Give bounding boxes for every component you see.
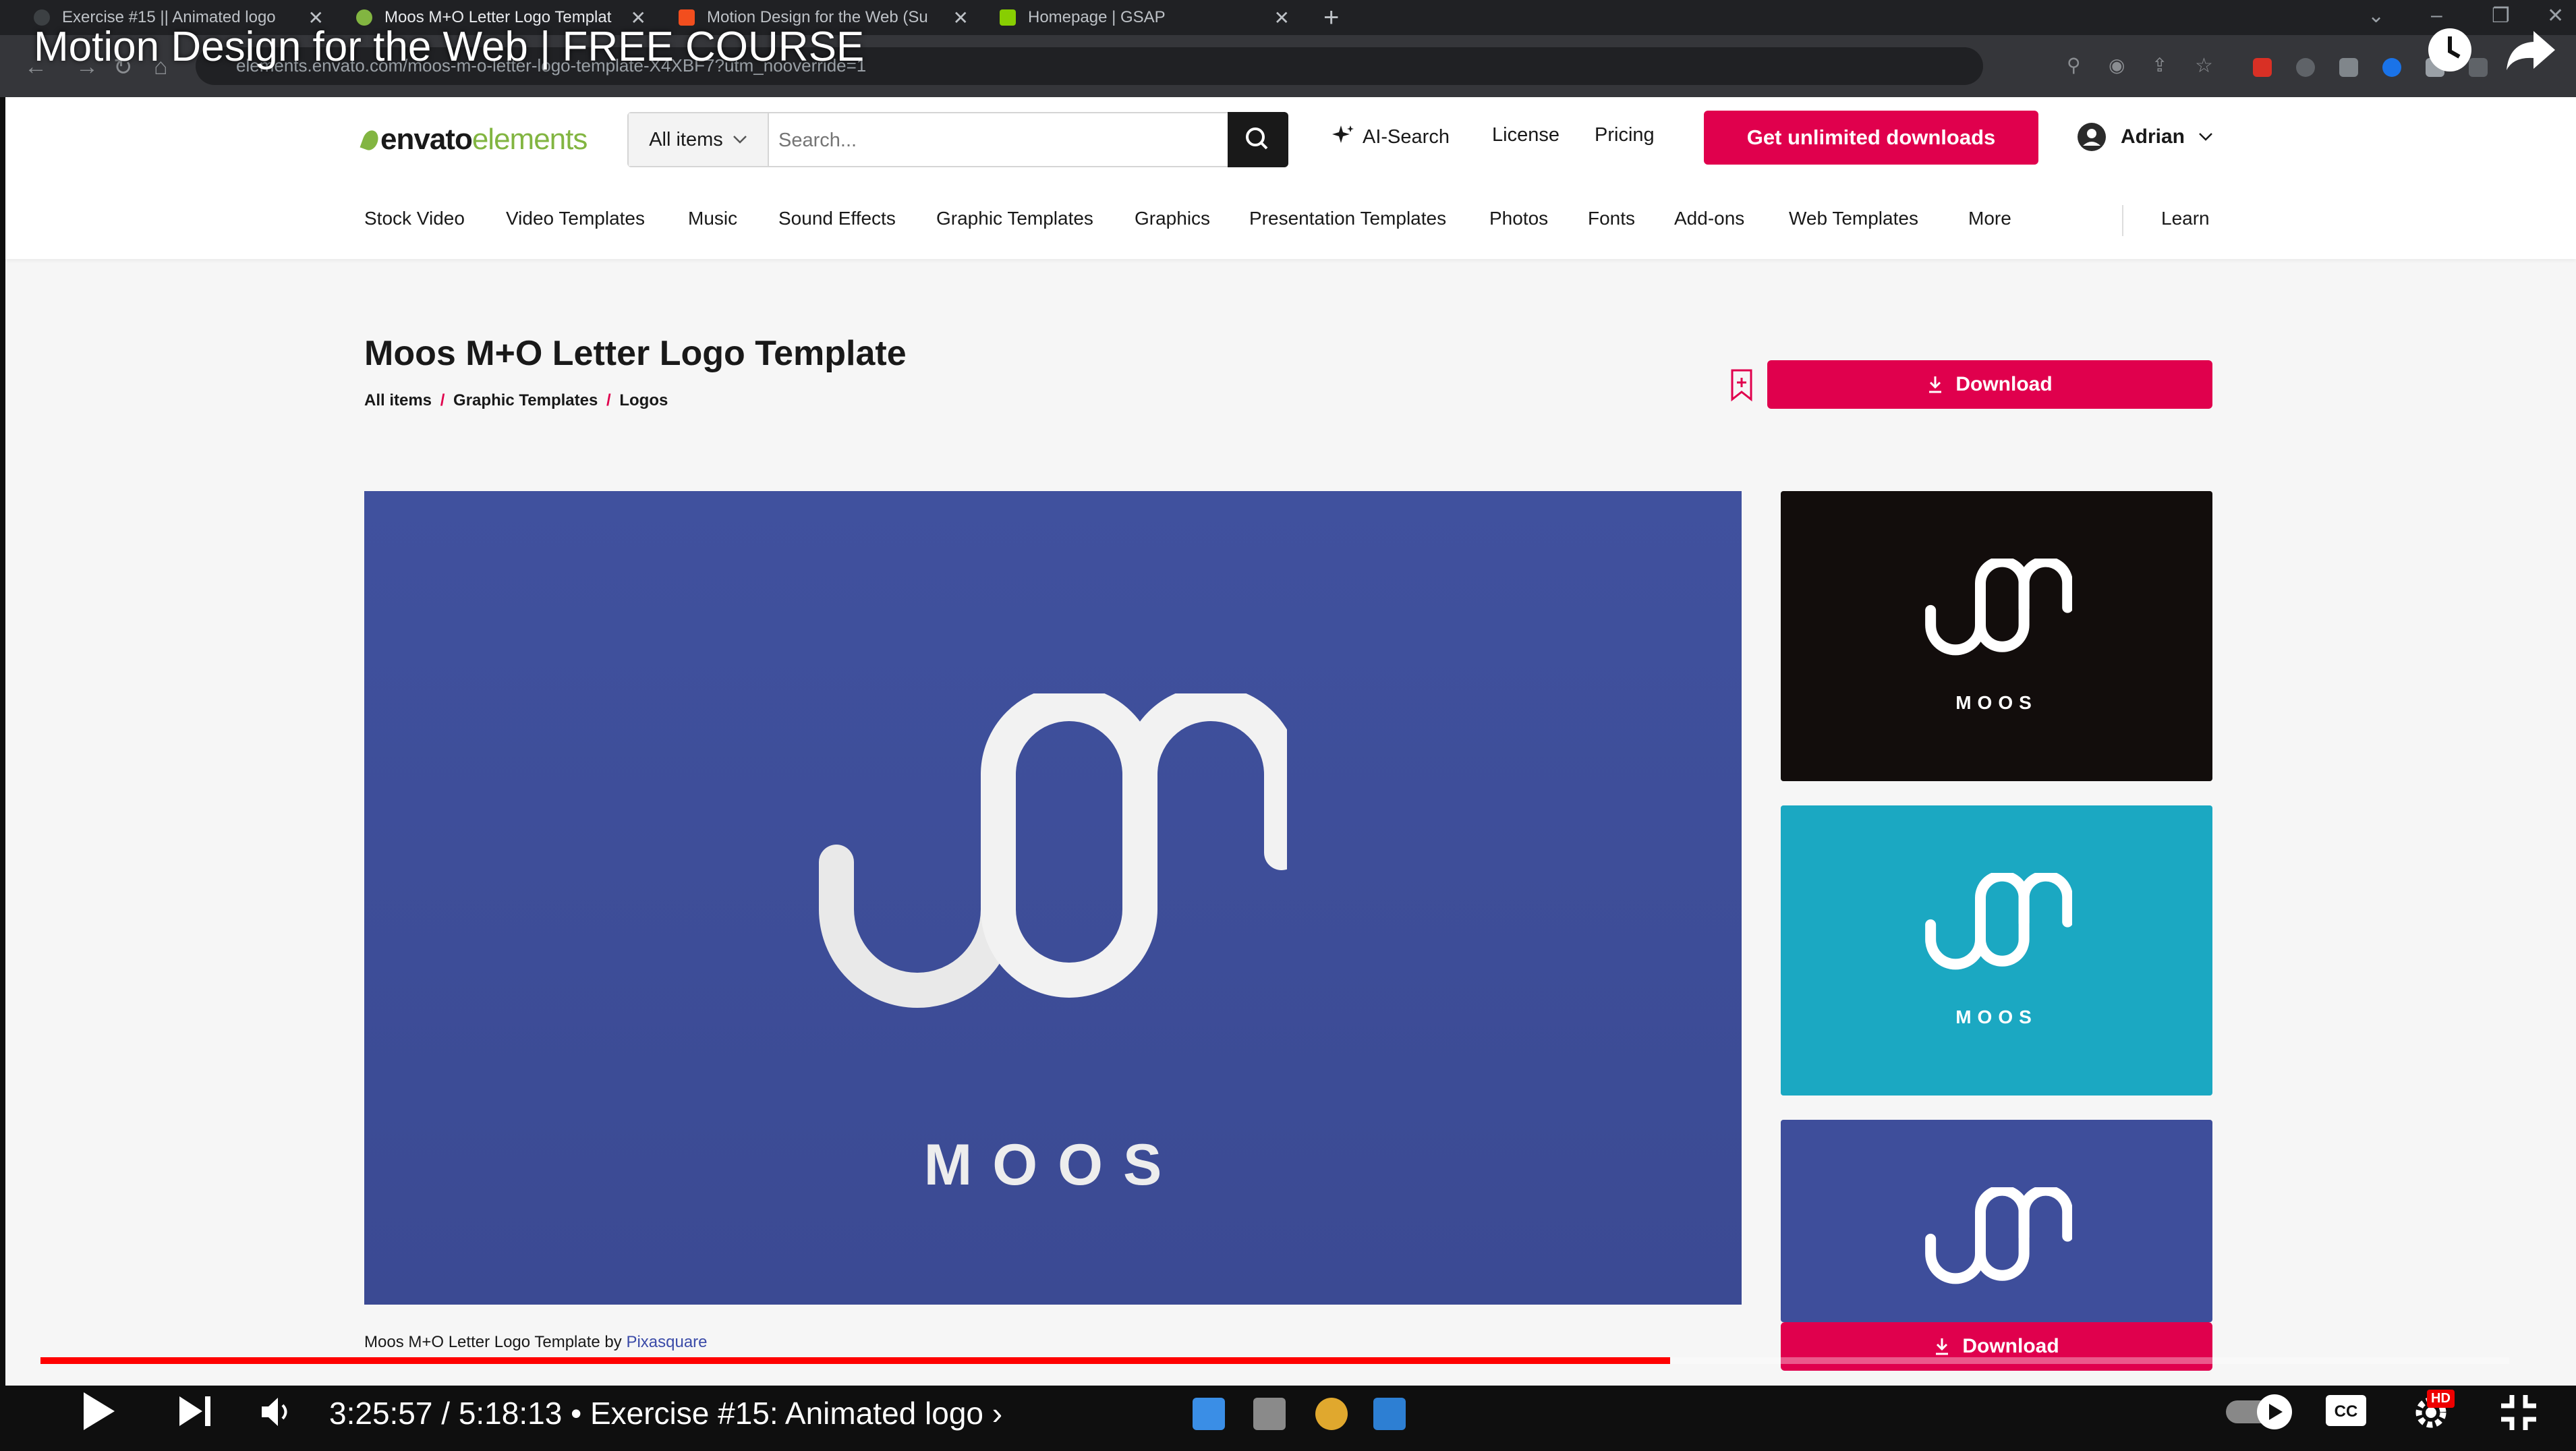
search-group: All items (627, 112, 1288, 167)
moos-logo-mark (819, 693, 1287, 1008)
pricing-link[interactable]: Pricing (1595, 124, 1655, 146)
chapter-title[interactable]: • Exercise #15: Animated logo › (571, 1396, 1002, 1431)
cat-graphic-templates[interactable]: Graphic Templates (936, 208, 1093, 229)
restore-icon[interactable]: ❐ (2492, 4, 2510, 28)
main-preview-image[interactable]: MOOS (364, 491, 1742, 1305)
crumb-all-items[interactable]: All items (364, 391, 432, 409)
cat-music[interactable]: Music (688, 208, 737, 229)
vscode-icon[interactable] (1373, 1398, 1406, 1430)
extension-icon[interactable] (2296, 58, 2315, 77)
moos-logo-mark (1925, 873, 2072, 970)
autoplay-toggle[interactable] (2223, 1391, 2293, 1431)
gsap-icon (1000, 9, 1016, 26)
close-icon[interactable]: ✕ (1274, 7, 1290, 29)
crumb-graphic-templates[interactable]: Graphic Templates (453, 391, 598, 409)
video-progress-bar[interactable] (40, 1357, 2509, 1364)
thumb-wordmark: MOOS (1955, 692, 2038, 713)
share-page-icon[interactable]: ⇪ (2152, 54, 2167, 76)
search-button[interactable] (1228, 112, 1288, 167)
camera-icon[interactable] (2339, 58, 2358, 77)
site-header: envatoelements All items AI-Search Licen… (5, 97, 2576, 259)
tab-gsap[interactable]: Homepage | GSAP ✕ (1000, 0, 1290, 35)
learn-link[interactable]: Learn (2161, 208, 2210, 229)
chevron-down-icon (2199, 133, 2212, 141)
file-manager-icon[interactable] (1253, 1398, 1286, 1430)
chevron-down-icon[interactable]: ⌄ (2368, 4, 2384, 28)
cat-more[interactable]: More (1968, 208, 2011, 229)
svg-text:CC: CC (2335, 1402, 2358, 1421)
moos-logo-mark (1925, 559, 2072, 656)
cat-sound-effects[interactable]: Sound Effects (778, 208, 896, 229)
tab-label: Homepage | GSAP (1028, 8, 1166, 26)
thumbnail-black[interactable]: MOOS (1781, 491, 2212, 781)
webpage: envatoelements All items AI-Search Licen… (5, 97, 2576, 1386)
crumb-logos[interactable]: Logos (619, 391, 668, 409)
download-icon (1936, 1338, 1949, 1355)
cat-graphics[interactable]: Graphics (1135, 208, 1210, 229)
user-menu[interactable]: Adrian (2076, 121, 2213, 152)
windows-start-icon[interactable] (1193, 1398, 1225, 1430)
fullscreen-exit-icon[interactable] (2498, 1392, 2539, 1433)
cat-add-ons[interactable]: Add-ons (1674, 208, 1744, 229)
author-link[interactable]: Pixasquare (626, 1333, 707, 1351)
get-unlimited-downloads-button[interactable]: Get unlimited downloads (1704, 111, 2038, 165)
download-button[interactable]: Download (1767, 360, 2212, 409)
video-timeline: 3:25:57 / 5:18:13 • Exercise #15: Animat… (329, 1395, 1002, 1431)
volume-icon[interactable] (259, 1395, 293, 1429)
search-input[interactable] (777, 124, 1225, 157)
user-icon (2078, 123, 2106, 151)
chevron-down-icon (733, 136, 747, 144)
logo-wordmark: MOOS (923, 1133, 1182, 1197)
sparkle-icon (1332, 125, 1354, 143)
filter-dropdown[interactable]: All items (629, 113, 769, 166)
time-display: 3:25:57 / 5:18:13 (329, 1396, 563, 1431)
hd-badge: HD (2427, 1390, 2455, 1408)
progress-fill (40, 1357, 1670, 1364)
download-icon (1929, 376, 1942, 393)
cat-stock-video[interactable]: Stock Video (364, 208, 465, 229)
ai-search-link[interactable]: AI-Search (1332, 124, 1450, 148)
zoom-icon[interactable]: ⚲ (2067, 54, 2081, 76)
thumbnail-blue[interactable] (1781, 1120, 2212, 1322)
search-icon (1246, 127, 1268, 150)
cat-photos[interactable]: Photos (1489, 208, 1548, 229)
breadcrumb: All items / Graphic Templates / Logos (364, 391, 668, 409)
thumbnail-teal[interactable]: MOOS (1781, 805, 2212, 1096)
divider (2122, 205, 2123, 236)
envato-logo[interactable]: envatoelements (360, 123, 588, 157)
cat-presentation-templates[interactable]: Presentation Templates (1249, 208, 1446, 229)
clock-icon[interactable] (2424, 24, 2475, 76)
new-tab-button[interactable]: + (1323, 3, 1339, 33)
cat-fonts[interactable]: Fonts (1588, 208, 1635, 229)
close-icon[interactable]: ✕ (953, 7, 969, 29)
star-icon[interactable]: ☆ (2195, 54, 2213, 78)
leaf-icon (360, 128, 381, 152)
bookmark-icon[interactable] (1729, 368, 1754, 402)
cat-web-templates[interactable]: Web Templates (1789, 208, 1918, 229)
play-icon[interactable] (80, 1390, 117, 1433)
share-icon[interactable] (2504, 27, 2558, 74)
video-title[interactable]: Motion Design for the Web | FREE COURSE (34, 23, 864, 71)
extension-icon[interactable] (2253, 58, 2272, 77)
chrome-icon[interactable] (1315, 1398, 1348, 1430)
eye-icon[interactable]: ◉ (2109, 54, 2125, 76)
minimize-icon[interactable]: – (2431, 4, 2442, 27)
next-icon[interactable] (177, 1394, 213, 1429)
author-credit: Moos M+O Letter Logo Template by Pixasqu… (364, 1333, 708, 1351)
moos-logo-mark (1925, 1187, 2072, 1284)
close-window-icon[interactable]: ✕ (2547, 4, 2564, 28)
item-title: Moos M+O Letter Logo Template (364, 334, 907, 373)
thumb-wordmark: MOOS (1955, 1006, 2038, 1027)
license-link[interactable]: License (1492, 124, 1559, 146)
cat-video-templates[interactable]: Video Templates (506, 208, 645, 229)
extension-icon[interactable] (2382, 58, 2401, 77)
captions-icon[interactable]: CC (2324, 1394, 2368, 1427)
